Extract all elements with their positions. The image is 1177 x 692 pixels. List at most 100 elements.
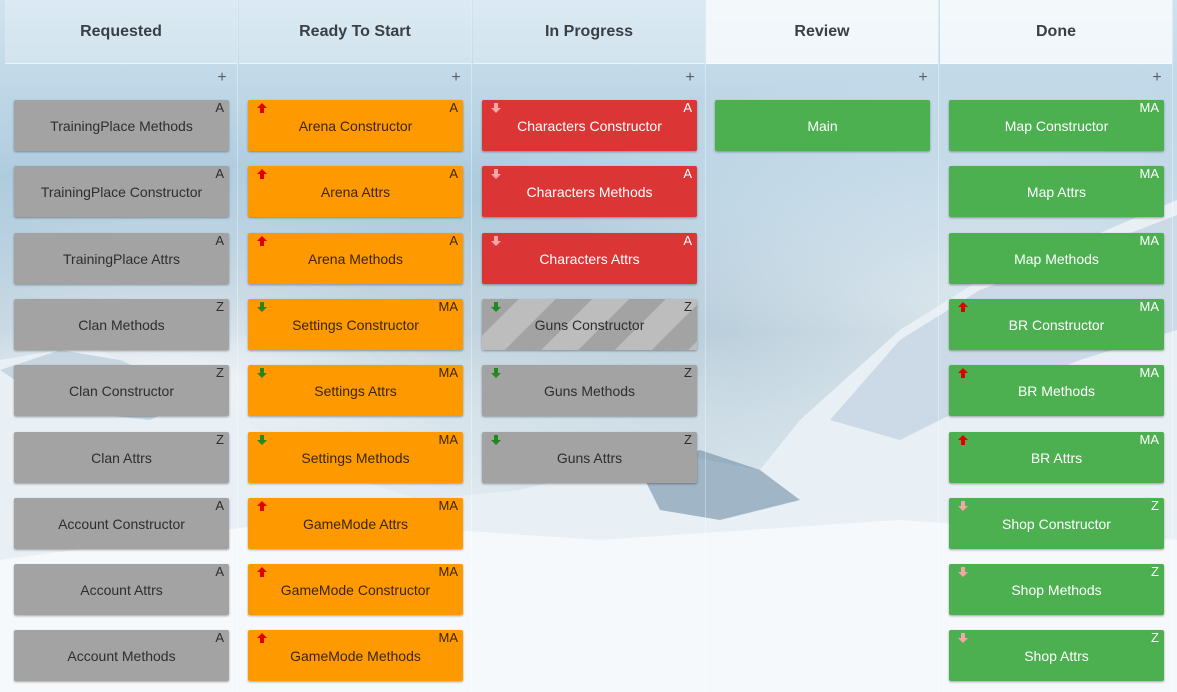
task-card[interactable]: Arena Methods A <box>248 233 463 284</box>
card-title: BR Methods <box>1017 382 1096 399</box>
task-card[interactable]: Account Constructor A <box>14 498 229 549</box>
assignee-initials: Z <box>1151 630 1159 645</box>
task-card[interactable]: Account Attrs A <box>14 564 229 615</box>
column-header: Requested <box>5 0 237 64</box>
assignee-initials: Z <box>216 365 224 380</box>
task-card[interactable]: Arena Attrs A <box>248 166 463 217</box>
assignee-initials: A <box>215 564 224 579</box>
assignee-initials: MA <box>1139 166 1160 181</box>
card-title: BR Constructor <box>1008 316 1105 333</box>
arrow-down-icon <box>491 302 501 312</box>
task-card[interactable]: Characters Constructor A <box>482 100 697 151</box>
task-card[interactable]: BR Methods MA <box>949 365 1164 416</box>
task-card[interactable]: Shop Methods Z <box>949 564 1164 615</box>
assignee-initials: MA <box>1139 299 1160 314</box>
task-card[interactable]: GameMode Attrs MA <box>248 498 463 549</box>
task-card[interactable]: BR Constructor MA <box>949 299 1164 350</box>
arrow-up-icon <box>257 169 267 179</box>
arrow-down-icon <box>958 501 968 511</box>
arrow-down-icon <box>958 567 968 577</box>
task-card[interactable]: Map Methods MA <box>949 233 1164 284</box>
add-card-button[interactable]: + <box>1150 70 1164 86</box>
card-title: Shop Attrs <box>1024 647 1089 664</box>
column-ready-to-start: Ready To Start + Arena Constructor A Arena A… <box>239 0 472 692</box>
task-card[interactable]: GameMode Constructor MA <box>248 564 463 615</box>
task-card[interactable]: Clan Methods Z <box>14 299 229 350</box>
assignee-initials: MA <box>1139 432 1160 447</box>
add-card-button[interactable]: + <box>449 70 463 86</box>
card-title: Guns Constructor <box>534 316 645 333</box>
column-header: In Progress <box>473 0 705 64</box>
task-card[interactable]: Shop Constructor Z <box>949 498 1164 549</box>
task-card[interactable]: TrainingPlace Attrs A <box>14 233 229 284</box>
assignee-initials: Z <box>684 432 692 447</box>
arrow-up-icon <box>257 567 267 577</box>
task-card[interactable]: Settings Methods MA <box>248 432 463 483</box>
assignee-initials: A <box>449 100 458 115</box>
assignee-initials: MA <box>438 432 459 447</box>
arrow-up-icon <box>958 302 968 312</box>
arrow-down-icon <box>491 236 501 246</box>
assignee-initials: MA <box>438 564 459 579</box>
assignee-initials: A <box>683 166 692 181</box>
card-title: Shop Methods <box>1011 581 1102 598</box>
task-card[interactable]: Settings Constructor MA <box>248 299 463 350</box>
card-title: Map Constructor <box>1004 117 1109 134</box>
assignee-initials: Z <box>684 365 692 380</box>
task-card[interactable]: Guns Constructor Z <box>482 299 697 350</box>
arrow-up-icon <box>958 368 968 378</box>
card-title: BR Attrs <box>1030 449 1083 466</box>
arrow-up-icon <box>257 103 267 113</box>
card-title: Main <box>807 117 838 134</box>
column-header: Done <box>940 0 1172 64</box>
task-card[interactable]: GameMode Methods MA <box>248 630 463 681</box>
task-card[interactable]: Map Attrs MA <box>949 166 1164 217</box>
card-title: Account Methods <box>67 647 176 664</box>
card-title: GameMode Attrs <box>302 515 409 532</box>
column-review: Review + Main <box>706 0 939 692</box>
add-card-button[interactable]: + <box>215 70 229 86</box>
assignee-initials: A <box>449 233 458 248</box>
assignee-initials: MA <box>438 498 459 513</box>
kanban-board: Requested + TrainingPlace Methods A Training… <box>0 0 1177 692</box>
card-title: Map Methods <box>1014 250 1099 267</box>
card-title: Map Attrs <box>1026 183 1087 200</box>
task-card[interactable]: BR Attrs MA <box>949 432 1164 483</box>
assignee-initials: A <box>215 630 224 645</box>
task-card[interactable]: TrainingPlace Methods A <box>14 100 229 151</box>
card-title: Clan Methods <box>78 316 165 333</box>
task-card[interactable]: Clan Constructor Z <box>14 365 229 416</box>
add-card-button[interactable]: + <box>683 70 697 86</box>
task-card[interactable]: Clan Attrs Z <box>14 432 229 483</box>
task-card[interactable]: Characters Attrs A <box>482 233 697 284</box>
task-card[interactable]: Settings Attrs MA <box>248 365 463 416</box>
task-card[interactable]: Main <box>715 100 930 151</box>
card-title: Arena Methods <box>308 250 403 267</box>
task-card[interactable]: Characters Methods A <box>482 166 697 217</box>
arrow-up-icon <box>958 435 968 445</box>
task-card[interactable]: Map Constructor MA <box>949 100 1164 151</box>
task-card[interactable]: TrainingPlace Constructor A <box>14 166 229 217</box>
card-title: GameMode Methods <box>290 647 421 664</box>
task-card[interactable]: Guns Attrs Z <box>482 432 697 483</box>
assignee-initials: A <box>215 100 224 115</box>
card-title: Characters Attrs <box>539 250 640 267</box>
arrow-up-icon <box>257 633 267 643</box>
task-card[interactable]: Arena Constructor A <box>248 100 463 151</box>
task-card[interactable]: Shop Attrs Z <box>949 630 1164 681</box>
assignee-initials: MA <box>438 365 459 380</box>
assignee-initials: A <box>215 166 224 181</box>
task-card[interactable]: Account Methods A <box>14 630 229 681</box>
assignee-initials: A <box>215 233 224 248</box>
assignee-initials: MA <box>1139 365 1160 380</box>
add-card-button[interactable]: + <box>916 70 930 86</box>
arrow-down-icon <box>491 368 501 378</box>
assignee-initials: Z <box>216 432 224 447</box>
card-title: Settings Constructor <box>292 316 419 333</box>
arrow-down-icon <box>257 435 267 445</box>
assignee-initials: A <box>683 233 692 248</box>
assignee-initials: MA <box>1139 100 1160 115</box>
task-card[interactable]: Guns Methods Z <box>482 365 697 416</box>
card-title: Characters Constructor <box>517 117 662 134</box>
card-title: Account Constructor <box>58 515 185 532</box>
